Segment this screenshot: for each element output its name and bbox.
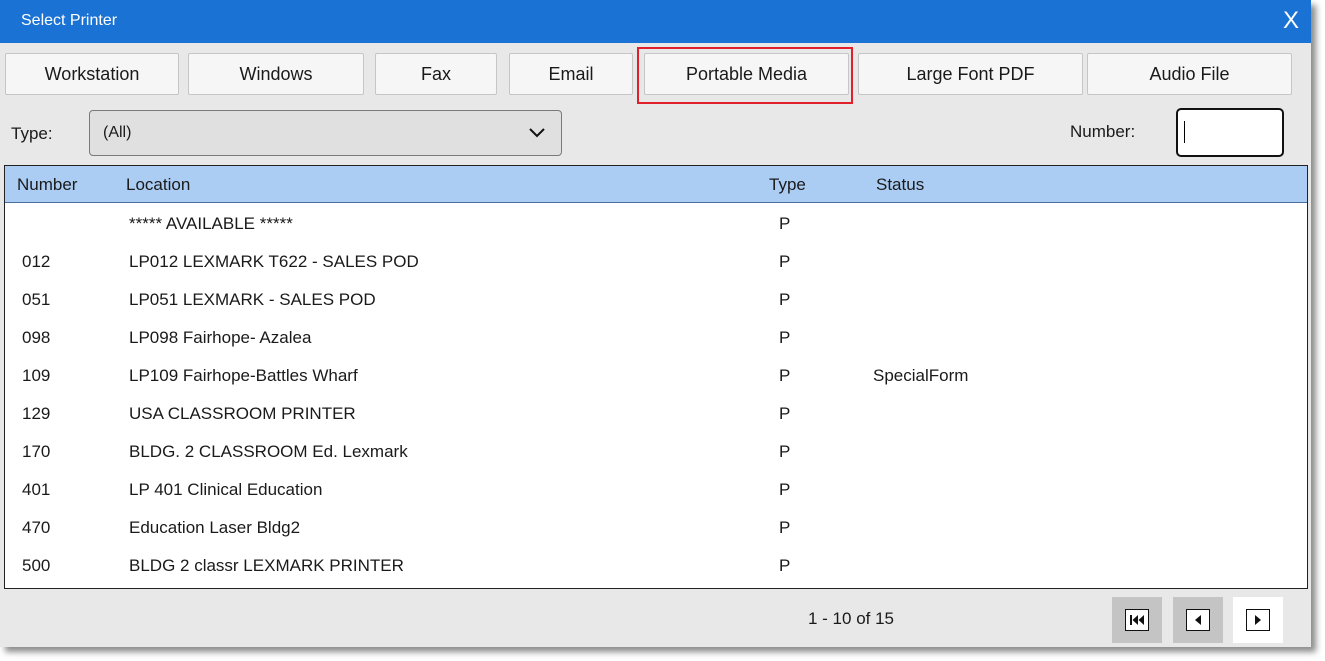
tab-portable-media[interactable]: Portable Media [644,53,849,95]
dialog-title: Select Printer [21,12,118,29]
pager-range: 1 - 10 of 15 [808,609,895,628]
first-page-button[interactable] [1112,597,1162,643]
table-row[interactable]: 098 LP098 Fairhope- Azalea P [5,319,1307,357]
cell-status: SpecialForm [873,366,969,385]
column-header-status[interactable]: Status [876,175,924,195]
cell-number: 129 [22,404,51,423]
cell-location: ***** AVAILABLE ***** [129,214,293,233]
cell-type: P [779,404,791,423]
type-selected-value: (All) [103,124,132,141]
text-caret [1184,121,1185,143]
cell-location: LP051 LEXMARK - SALES POD [129,290,376,309]
number-label: Number: [1070,122,1136,141]
cell-location: BLDG 2 classr LEXMARK PRINTER [129,556,404,575]
table-row[interactable]: 401 LP 401 Clinical Education P [5,471,1307,509]
tab-fax[interactable]: Fax [375,53,497,95]
table-row[interactable]: 129 USA CLASSROOM PRINTER P [5,395,1307,433]
cell-number: 098 [22,328,51,347]
cell-type: P [779,442,791,461]
cell-type: P [779,366,791,385]
tab-audio-file[interactable]: Audio File [1087,53,1292,95]
next-page-button[interactable] [1233,597,1283,643]
number-input[interactable] [1176,108,1284,157]
close-button[interactable]: X [1283,8,1299,34]
printer-table: Number Location Type Status ***** AVAILA… [4,165,1308,589]
cell-location: LP109 Fairhope-Battles Wharf [129,366,358,385]
cell-type: P [779,518,791,537]
type-select[interactable]: (All) [89,110,562,156]
cell-type: P [779,556,791,575]
cell-location: LP 401 Clinical Education [129,480,323,499]
table-row[interactable]: 109 LP109 Fairhope-Battles Wharf P Speci… [5,357,1307,395]
column-header-number[interactable]: Number [17,175,77,195]
cell-type: P [779,214,791,233]
cell-location: LP012 LEXMARK T622 - SALES POD [129,252,419,271]
cell-number: 012 [22,252,51,271]
type-label: Type: [11,124,53,143]
table-row[interactable]: 051 LP051 LEXMARK - SALES POD P [5,281,1307,319]
column-header-type[interactable]: Type [769,175,806,195]
first-page-icon [1125,609,1149,631]
cell-number: 470 [22,518,51,537]
cell-type: P [779,328,791,347]
cell-number: 051 [22,290,51,309]
table-row[interactable]: 470 Education Laser Bldg2 P [5,509,1307,547]
tab-email[interactable]: Email [509,53,633,95]
cell-location: LP098 Fairhope- Azalea [129,328,312,347]
table-row[interactable]: 012 LP012 LEXMARK T622 - SALES POD P [5,243,1307,281]
table-header: Number Location Type Status [5,166,1307,203]
cell-number: 109 [22,366,51,385]
table-row[interactable]: ***** AVAILABLE ***** P [5,205,1307,243]
cell-number: 401 [22,480,51,499]
next-page-icon [1246,609,1270,631]
cell-type: P [779,290,791,309]
cell-location: USA CLASSROOM PRINTER [129,404,356,423]
cell-location: BLDG. 2 CLASSROOM Ed. Lexmark [129,442,408,461]
table-row[interactable]: 170 BLDG. 2 CLASSROOM Ed. Lexmark P [5,433,1307,471]
previous-page-icon [1186,609,1210,631]
previous-page-button[interactable] [1173,597,1223,643]
column-header-location[interactable]: Location [126,175,190,195]
table-row[interactable]: 500 BLDG 2 classr LEXMARK PRINTER P [5,547,1307,585]
cell-location: Education Laser Bldg2 [129,518,301,537]
cell-type: P [779,252,791,271]
cell-number: 170 [22,442,51,461]
title-bar: Select Printer X [0,0,1311,43]
tab-windows[interactable]: Windows [188,53,364,95]
cell-type: P [779,480,791,499]
cell-number: 500 [22,556,51,575]
tab-large-font-pdf[interactable]: Large Font PDF [858,53,1083,95]
select-printer-dialog: Select Printer X Workstation Windows Fax… [0,0,1311,647]
chevron-down-icon [528,125,546,144]
tab-workstation[interactable]: Workstation [5,53,179,95]
